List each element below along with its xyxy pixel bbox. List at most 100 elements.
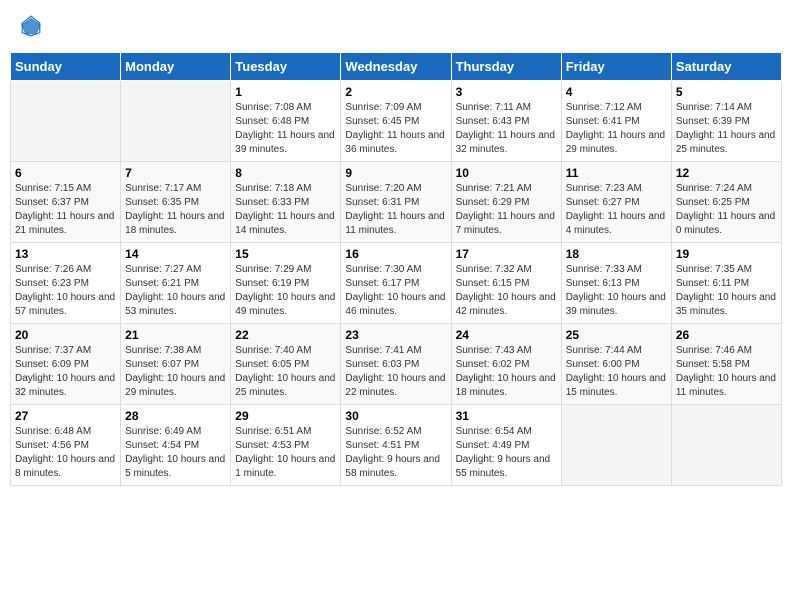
calendar-week-row: 13Sunrise: 7:26 AM Sunset: 6:23 PM Dayli…	[11, 243, 782, 324]
day-number: 1	[235, 85, 336, 99]
calendar-cell: 12 Sunrise: 7:24 AM Sunset: 6:25 PM Dayli…	[671, 162, 781, 243]
calendar-cell	[561, 405, 671, 486]
day-info: Sunrise: 7:38 AM Sunset: 6:07 PM Dayligh…	[125, 344, 226, 400]
day-number: 24	[456, 328, 557, 342]
calendar-cell: 3 Sunrise: 7:11 AM Sunset: 6:43 PM Daylig…	[451, 81, 561, 162]
logo-icon	[20, 15, 42, 37]
day-info: Sunrise: 6:54 AM Sunset: 4:49 PM Dayligh…	[456, 425, 557, 481]
day-info: Sunrise: 7:46 AM Sunset: 5:58 PM Dayligh…	[676, 344, 777, 400]
day-info: Sunrise: 7:14 AM Sunset: 6:39 PM Dayligh…	[676, 101, 777, 157]
calendar-table: SundayMondayTuesdayWednesdayThursdayFrid…	[10, 52, 782, 486]
calendar-cell: 1 Sunrise: 7:08 AM Sunset: 6:48 PM Daylig…	[231, 81, 341, 162]
day-number: 27	[15, 409, 116, 423]
day-info: Sunrise: 7:21 AM Sunset: 6:29 PM Dayligh…	[456, 182, 557, 238]
day-info: Sunrise: 7:09 AM Sunset: 6:45 PM Dayligh…	[345, 101, 446, 157]
page-header	[10, 10, 782, 42]
calendar-cell: 24 Sunrise: 7:43 AM Sunset: 6:02 PM Dayli…	[451, 324, 561, 405]
day-number: 23	[345, 328, 446, 342]
day-number: 29	[235, 409, 336, 423]
day-info: Sunrise: 6:48 AM Sunset: 4:56 PM Dayligh…	[15, 425, 116, 481]
calendar-cell: 11Sunrise: 7:23 AM Sunset: 6:27 PM Dayli…	[561, 162, 671, 243]
calendar-cell: 30 Sunrise: 6:52 AM Sunset: 4:51 PM Dayli…	[341, 405, 451, 486]
day-info: Sunrise: 7:11 AM Sunset: 6:43 PM Dayligh…	[456, 101, 557, 157]
day-info: Sunrise: 6:52 AM Sunset: 4:51 PM Dayligh…	[345, 425, 446, 481]
day-number: 25	[566, 328, 667, 342]
calendar-cell: 26 Sunrise: 7:46 AM Sunset: 5:58 PM Dayli…	[671, 324, 781, 405]
calendar-cell: 9Sunrise: 7:20 AM Sunset: 6:31 PM Daylig…	[341, 162, 451, 243]
calendar-cell: 8 Sunrise: 7:18 AM Sunset: 6:33 PM Daylig…	[231, 162, 341, 243]
calendar-cell: 5 Sunrise: 7:14 AM Sunset: 6:39 PM Daylig…	[671, 81, 781, 162]
day-number: 12	[676, 166, 777, 180]
calendar-cell	[121, 81, 231, 162]
calendar-header-row: SundayMondayTuesdayWednesdayThursdayFrid…	[11, 53, 782, 81]
day-info: Sunrise: 7:15 AM Sunset: 6:37 PM Dayligh…	[15, 182, 116, 238]
calendar-cell: 15Sunrise: 7:29 AM Sunset: 6:19 PM Dayli…	[231, 243, 341, 324]
calendar-cell: 2Sunrise: 7:09 AM Sunset: 6:45 PM Daylig…	[341, 81, 451, 162]
day-number: 4	[566, 85, 667, 99]
day-info: Sunrise: 7:43 AM Sunset: 6:02 PM Dayligh…	[456, 344, 557, 400]
day-number: 19	[676, 247, 777, 261]
calendar-cell: 27 Sunrise: 6:48 AM Sunset: 4:56 PM Dayli…	[11, 405, 121, 486]
day-info: Sunrise: 7:27 AM Sunset: 6:21 PM Dayligh…	[125, 263, 226, 319]
day-number: 21	[125, 328, 226, 342]
day-number: 20	[15, 328, 116, 342]
weekday-header-sunday: Sunday	[11, 53, 121, 81]
day-info: Sunrise: 7:26 AM Sunset: 6:23 PM Dayligh…	[15, 263, 116, 319]
calendar-cell: 31Sunrise: 6:54 AM Sunset: 4:49 PM Dayli…	[451, 405, 561, 486]
calendar-week-row: 27 Sunrise: 6:48 AM Sunset: 4:56 PM Dayli…	[11, 405, 782, 486]
calendar-cell: 22 Sunrise: 7:40 AM Sunset: 6:05 PM Dayli…	[231, 324, 341, 405]
calendar-cell: 13Sunrise: 7:26 AM Sunset: 6:23 PM Dayli…	[11, 243, 121, 324]
day-info: Sunrise: 7:30 AM Sunset: 6:17 PM Dayligh…	[345, 263, 446, 319]
day-number: 6	[15, 166, 116, 180]
day-number: 8	[235, 166, 336, 180]
day-number: 26	[676, 328, 777, 342]
day-info: Sunrise: 7:41 AM Sunset: 6:03 PM Dayligh…	[345, 344, 446, 400]
day-number: 28	[125, 409, 226, 423]
day-number: 18	[566, 247, 667, 261]
day-info: Sunrise: 7:40 AM Sunset: 6:05 PM Dayligh…	[235, 344, 336, 400]
calendar-cell: 23 Sunrise: 7:41 AM Sunset: 6:03 PM Dayli…	[341, 324, 451, 405]
day-number: 9	[345, 166, 446, 180]
day-info: Sunrise: 7:17 AM Sunset: 6:35 PM Dayligh…	[125, 182, 226, 238]
calendar-cell: 19 Sunrise: 7:35 AM Sunset: 6:11 PM Dayli…	[671, 243, 781, 324]
weekday-header-wednesday: Wednesday	[341, 53, 451, 81]
calendar-cell	[671, 405, 781, 486]
day-number: 22	[235, 328, 336, 342]
weekday-header-friday: Friday	[561, 53, 671, 81]
calendar-cell: 17 Sunrise: 7:32 AM Sunset: 6:15 PM Dayli…	[451, 243, 561, 324]
day-number: 15	[235, 247, 336, 261]
calendar-cell: 4 Sunrise: 7:12 AM Sunset: 6:41 PM Daylig…	[561, 81, 671, 162]
calendar-cell: 7 Sunrise: 7:17 AM Sunset: 6:35 PM Daylig…	[121, 162, 231, 243]
day-info: Sunrise: 7:35 AM Sunset: 6:11 PM Dayligh…	[676, 263, 777, 319]
day-info: Sunrise: 6:51 AM Sunset: 4:53 PM Dayligh…	[235, 425, 336, 481]
day-number: 3	[456, 85, 557, 99]
day-number: 17	[456, 247, 557, 261]
weekday-header-thursday: Thursday	[451, 53, 561, 81]
day-info: Sunrise: 7:24 AM Sunset: 6:25 PM Dayligh…	[676, 182, 777, 238]
calendar-cell: 21 Sunrise: 7:38 AM Sunset: 6:07 PM Dayli…	[121, 324, 231, 405]
day-number: 14	[125, 247, 226, 261]
calendar-cell: 16Sunrise: 7:30 AM Sunset: 6:17 PM Dayli…	[341, 243, 451, 324]
calendar-cell: 20Sunrise: 7:37 AM Sunset: 6:09 PM Dayli…	[11, 324, 121, 405]
calendar-cell: 6 Sunrise: 7:15 AM Sunset: 6:37 PM Daylig…	[11, 162, 121, 243]
day-number: 5	[676, 85, 777, 99]
logo	[20, 15, 46, 37]
calendar-week-row: 1 Sunrise: 7:08 AM Sunset: 6:48 PM Daylig…	[11, 81, 782, 162]
weekday-header-monday: Monday	[121, 53, 231, 81]
calendar-cell: 28Sunrise: 6:49 AM Sunset: 4:54 PM Dayli…	[121, 405, 231, 486]
weekday-header-saturday: Saturday	[671, 53, 781, 81]
calendar-cell	[11, 81, 121, 162]
day-info: Sunrise: 7:33 AM Sunset: 6:13 PM Dayligh…	[566, 263, 667, 319]
weekday-header-tuesday: Tuesday	[231, 53, 341, 81]
day-info: Sunrise: 7:12 AM Sunset: 6:41 PM Dayligh…	[566, 101, 667, 157]
calendar-cell: 10 Sunrise: 7:21 AM Sunset: 6:29 PM Dayli…	[451, 162, 561, 243]
day-number: 7	[125, 166, 226, 180]
day-number: 30	[345, 409, 446, 423]
day-info: Sunrise: 7:23 AM Sunset: 6:27 PM Dayligh…	[566, 182, 667, 238]
day-info: Sunrise: 7:32 AM Sunset: 6:15 PM Dayligh…	[456, 263, 557, 319]
day-number: 10	[456, 166, 557, 180]
day-info: Sunrise: 7:08 AM Sunset: 6:48 PM Dayligh…	[235, 101, 336, 157]
calendar-cell: 18 Sunrise: 7:33 AM Sunset: 6:13 PM Dayli…	[561, 243, 671, 324]
day-info: Sunrise: 7:18 AM Sunset: 6:33 PM Dayligh…	[235, 182, 336, 238]
calendar-week-row: 20Sunrise: 7:37 AM Sunset: 6:09 PM Dayli…	[11, 324, 782, 405]
